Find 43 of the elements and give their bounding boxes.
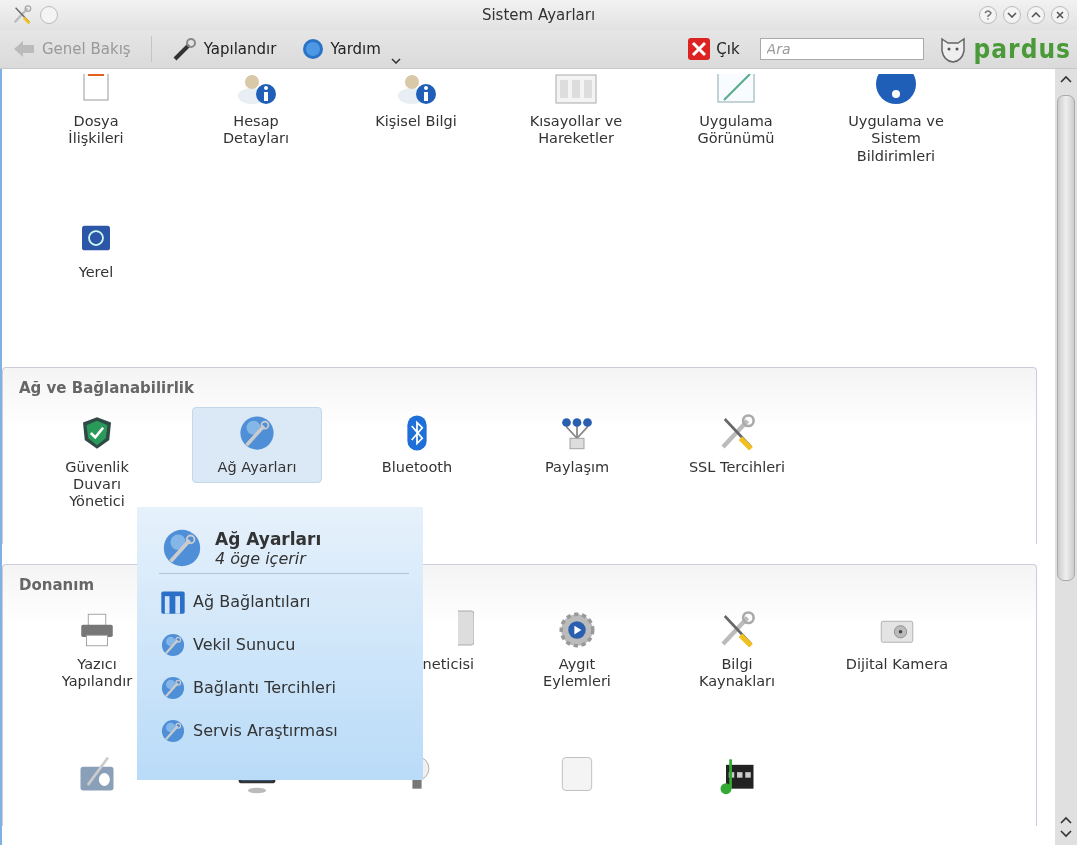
chevron-down-icon — [1007, 12, 1017, 18]
section-title: Ağ ve Bağlanabilirlik — [19, 378, 194, 397]
module-item[interactable]: Bluetooth — [352, 406, 482, 483]
chevron-up-icon[interactable] — [1060, 75, 1072, 83]
module-item[interactable]: Bilgi Kaynakları — [672, 603, 802, 698]
chevron-down-icon[interactable] — [1060, 830, 1072, 838]
module-item[interactable]: Uygulama ve Sistem Bildirimleri — [831, 69, 961, 173]
chevron-up-icon — [1031, 12, 1041, 18]
module-item[interactable]: Kişisel Bilgi — [351, 69, 481, 138]
close-icon — [688, 38, 711, 60]
module-item[interactable]: Paylaşım — [512, 406, 642, 483]
logo-text: pardus — [973, 34, 1071, 64]
module-item[interactable]: Uygulama Görünümü — [671, 69, 801, 155]
help-button[interactable] — [979, 6, 997, 24]
toolbar-button[interactable]: Yardım — [296, 34, 387, 64]
module-item[interactable]: Dijital Kamera — [832, 603, 962, 681]
close-icon — [1056, 11, 1064, 19]
search-field[interactable]: Ara — [759, 38, 924, 60]
toolbar-button[interactable]: Çık — [682, 34, 746, 64]
module-item[interactable]: Yazıcı Yapılandır — [32, 603, 162, 698]
scrollbar-thumb[interactable] — [1057, 95, 1075, 581]
module-item[interactable]: Ağ Ayarları — [192, 406, 322, 483]
popup-subtitle: 4 öge içerir — [215, 548, 307, 568]
toolbar-button[interactable]: Yapılandır — [165, 33, 283, 65]
window-title: Sistem Ayarları — [481, 6, 596, 24]
caret-icon — [390, 58, 401, 64]
module-item[interactable]: Dosya İlişkileri — [31, 69, 161, 155]
wrench-icon — [171, 37, 198, 61]
module-item[interactable]: Aygıt Eylemleri — [512, 603, 642, 698]
close-button[interactable] — [1051, 6, 1069, 24]
module-item[interactable]: Güvenlik Duvarı Yönetici — [32, 406, 162, 518]
section-title: Donanım — [19, 575, 94, 594]
module-item[interactable]: Kısayollar ve Hareketler — [511, 69, 641, 155]
back-arrow-icon — [12, 40, 36, 58]
maximize-button[interactable] — [1027, 6, 1045, 24]
module-item[interactable]: SSL Tercihleri — [672, 406, 802, 483]
scrollbar[interactable] — [1055, 69, 1077, 845]
popup-title: Ağ Ayarları — [215, 528, 322, 549]
menu-entry[interactable]: Servis Araştırması — [159, 709, 409, 752]
minimize-button[interactable] — [1003, 6, 1021, 24]
module-item[interactable]: Yerel — [31, 212, 161, 289]
chevron-up-icon[interactable] — [1060, 816, 1072, 824]
module-item[interactable]: Hesap Detayları — [191, 69, 321, 155]
